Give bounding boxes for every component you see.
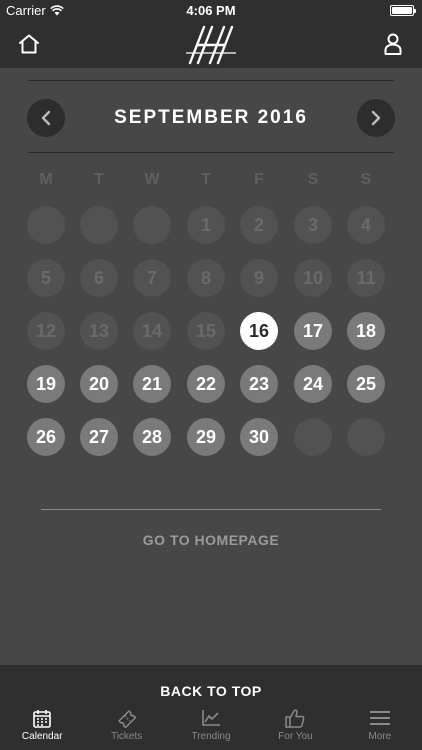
day-cell[interactable]: 20 — [80, 365, 118, 403]
day-cell: 14 — [133, 312, 171, 350]
empty-day-cell — [133, 206, 171, 244]
home-button[interactable] — [12, 27, 46, 61]
day-cell: 12 — [27, 312, 65, 350]
status-bar: Carrier 4:06 PM — [0, 0, 422, 20]
header-bottom-divider — [28, 152, 394, 153]
day-cell[interactable]: 19 — [27, 365, 65, 403]
chevron-right-icon — [371, 110, 381, 126]
tab-more-label: More — [368, 731, 392, 742]
day-cell-today[interactable]: 16 — [240, 312, 278, 350]
empty-day-cell — [347, 418, 385, 456]
day-cell[interactable]: 29 — [187, 418, 225, 456]
day-cell[interactable]: 25 — [347, 365, 385, 403]
day-cell: 15 — [187, 312, 225, 350]
day-cell: 13 — [80, 312, 118, 350]
profile-button[interactable] — [376, 27, 410, 61]
day-cell[interactable]: 26 — [27, 418, 65, 456]
content-divider — [41, 509, 381, 510]
trending-icon — [202, 710, 221, 726]
month-title: SEPTEMBER 2016 — [114, 107, 308, 128]
menu-icon — [369, 711, 390, 725]
status-time: 4:06 PM — [186, 3, 236, 18]
battery-icon — [390, 5, 416, 16]
tab-tickets-label: Tickets — [110, 731, 143, 742]
go-to-homepage-link[interactable]: GO TO HOMEPAGE — [0, 532, 422, 548]
nav-bar — [0, 20, 422, 68]
tab-trending-label: Trending — [191, 731, 231, 742]
previous-month-button[interactable] — [27, 99, 65, 137]
tab-calendar[interactable]: Calendar — [0, 705, 84, 750]
h-logo-icon — [186, 25, 236, 65]
tab-bar: Calendar Tickets Trending For You More — [0, 705, 422, 750]
empty-day-cell — [80, 206, 118, 244]
tab-tickets[interactable]: Tickets — [84, 705, 168, 750]
day-cell: 7 — [133, 259, 171, 297]
day-cell: 11 — [347, 259, 385, 297]
day-cell[interactable]: 21 — [133, 365, 171, 403]
day-cell: 2 — [240, 206, 278, 244]
back-to-top-button[interactable]: BACK TO TOP — [0, 665, 422, 705]
weekday-label: S — [307, 171, 319, 188]
day-cell[interactable]: 28 — [133, 418, 171, 456]
day-cell[interactable]: 17 — [294, 312, 332, 350]
day-cell[interactable]: 18 — [347, 312, 385, 350]
tab-more[interactable]: More — [338, 705, 422, 750]
thumbs-up-icon — [285, 708, 305, 728]
day-cell: 8 — [187, 259, 225, 297]
day-cell: 4 — [347, 206, 385, 244]
day-cell: 3 — [294, 206, 332, 244]
calendar-icon — [33, 709, 52, 728]
day-cell[interactable]: 24 — [294, 365, 332, 403]
home-icon — [19, 34, 39, 54]
header-top-divider — [28, 80, 394, 81]
day-cell: 5 — [27, 259, 65, 297]
weekday-label: S — [360, 171, 372, 188]
weekday-label: M — [39, 171, 53, 188]
empty-day-cell — [27, 206, 65, 244]
empty-day-cell — [294, 418, 332, 456]
day-cell: 9 — [240, 259, 278, 297]
user-icon — [384, 33, 402, 55]
next-month-button[interactable] — [357, 99, 395, 137]
day-cell[interactable]: 30 — [240, 418, 278, 456]
chevron-left-icon — [41, 110, 51, 126]
day-cell: 1 — [187, 206, 225, 244]
day-cell[interactable]: 27 — [80, 418, 118, 456]
weekday-label: W — [144, 171, 160, 188]
weekday-label: F — [254, 171, 264, 188]
day-cell: 6 — [80, 259, 118, 297]
day-cell: 10 — [294, 259, 332, 297]
weekday-label: T — [201, 171, 211, 188]
weekday-label: T — [94, 171, 104, 188]
tab-for-you-label: For You — [278, 731, 313, 742]
day-cell[interactable]: 22 — [187, 365, 225, 403]
tab-trending[interactable]: Trending — [169, 705, 253, 750]
day-cell[interactable]: 23 — [240, 365, 278, 403]
tab-for-you[interactable]: For You — [253, 705, 337, 750]
tab-calendar-label: Calendar — [21, 731, 63, 742]
ticket-icon — [117, 710, 136, 728]
